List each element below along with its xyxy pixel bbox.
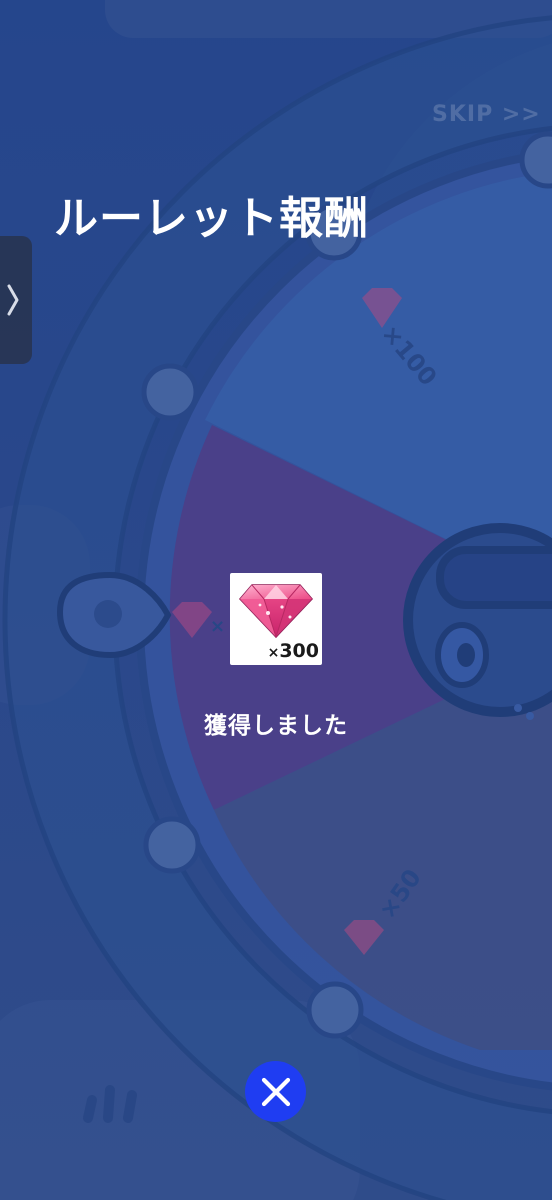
close-icon [261, 1077, 290, 1106]
reward-item-card: ×300 [230, 573, 322, 665]
chevron-right-icon [7, 284, 19, 316]
obtained-message: 獲得しました [204, 713, 348, 739]
skip-button[interactable]: SKIP >> [432, 102, 541, 127]
side-panel-toggle[interactable] [0, 236, 32, 364]
roulette-reward-screen: ×100 × ×50 SKIP >> ルーレット報酬 ×300 獲得しました [0, 0, 552, 1200]
close-button[interactable] [245, 1061, 306, 1122]
page-title: ルーレット報酬 [54, 193, 369, 244]
reward-count: ×300 [267, 640, 319, 662]
gem-icon [238, 584, 314, 639]
